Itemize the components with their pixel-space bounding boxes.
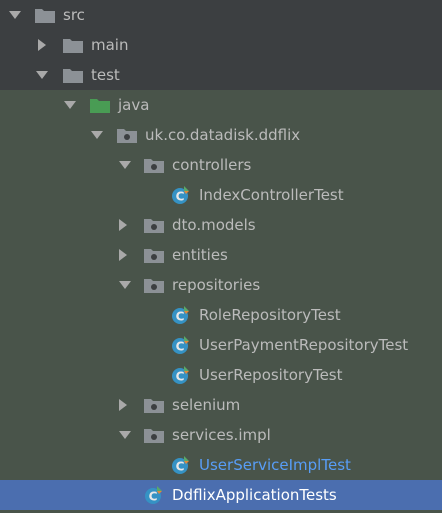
class-icon [170,185,192,205]
tree-node-controllers[interactable]: controllers [0,150,442,180]
package-icon [143,425,165,445]
tree-node-label: services.impl [172,426,271,444]
package-icon [143,215,165,235]
tree-node-label: java [118,96,150,114]
chevron-down-icon[interactable] [118,150,132,180]
class-icon [170,305,192,325]
project-tree: src main test java uk.co.datadisk.ddflix… [0,0,442,513]
tree-node-label: test [91,66,120,84]
package-icon [143,245,165,265]
chevron-down-icon[interactable] [118,420,132,450]
tree-node-label: uk.co.datadisk.ddflix [145,126,301,144]
tree-node-label: UserServiceImplTest [199,456,351,474]
tree-node-package[interactable]: uk.co.datadisk.ddflix [0,120,442,150]
folder-icon [34,5,56,25]
chevron-down-icon[interactable] [8,0,22,30]
tree-node-src[interactable]: src [0,0,442,30]
tree-node-label: selenium [172,396,241,414]
tree-node-dto-models[interactable]: dto.models [0,210,442,240]
package-icon [143,275,165,295]
tree-node-user-payment-repository-test[interactable]: UserPaymentRepositoryTest [0,330,442,360]
chevron-down-icon[interactable] [35,60,49,90]
tree-node-java[interactable]: java [0,90,442,120]
tree-node-label: repositories [172,276,261,294]
chevron-right-icon[interactable] [35,30,49,60]
tree-node-selenium[interactable]: selenium [0,390,442,420]
tree-node-label: src [63,6,85,24]
tree-node-main[interactable]: main [0,30,442,60]
chevron-down-icon[interactable] [90,120,104,150]
tree-node-repositories[interactable]: repositories [0,270,442,300]
test-source-folder-icon [89,95,111,115]
folder-icon [62,65,84,85]
chevron-right-icon[interactable] [116,240,130,270]
package-icon [143,395,165,415]
class-icon [143,485,165,505]
class-icon [170,455,192,475]
tree-node-user-service-impl-test[interactable]: UserServiceImplTest [0,450,442,480]
tree-node-test[interactable]: test [0,60,442,90]
tree-node-label: entities [172,246,228,264]
tree-node-label: UserRepositoryTest [199,366,343,384]
tree-node-label: main [91,36,129,54]
tree-node-label: dto.models [172,216,256,234]
chevron-down-icon[interactable] [118,270,132,300]
class-icon [170,335,192,355]
tree-node-role-repository-test[interactable]: RoleRepositoryTest [0,300,442,330]
class-icon [170,365,192,385]
chevron-right-icon[interactable] [116,210,130,240]
package-icon [116,125,138,145]
package-icon [143,155,165,175]
tree-node-entities[interactable]: entities [0,240,442,270]
tree-node-index-controller-test[interactable]: IndexControllerTest [0,180,442,210]
tree-node-label: RoleRepositoryTest [199,306,341,324]
folder-icon [62,35,84,55]
tree-node-label: UserPaymentRepositoryTest [199,336,409,354]
tree-node-label: controllers [172,156,252,174]
tree-node-label: DdflixApplicationTests [172,486,337,504]
tree-node-ddflix-application-tests[interactable]: DdflixApplicationTests [0,480,442,510]
tree-node-label: IndexControllerTest [199,186,344,204]
tree-node-user-repository-test[interactable]: UserRepositoryTest [0,360,442,390]
tree-node-services-impl[interactable]: services.impl [0,420,442,450]
chevron-right-icon[interactable] [116,390,130,420]
chevron-down-icon[interactable] [63,90,77,120]
